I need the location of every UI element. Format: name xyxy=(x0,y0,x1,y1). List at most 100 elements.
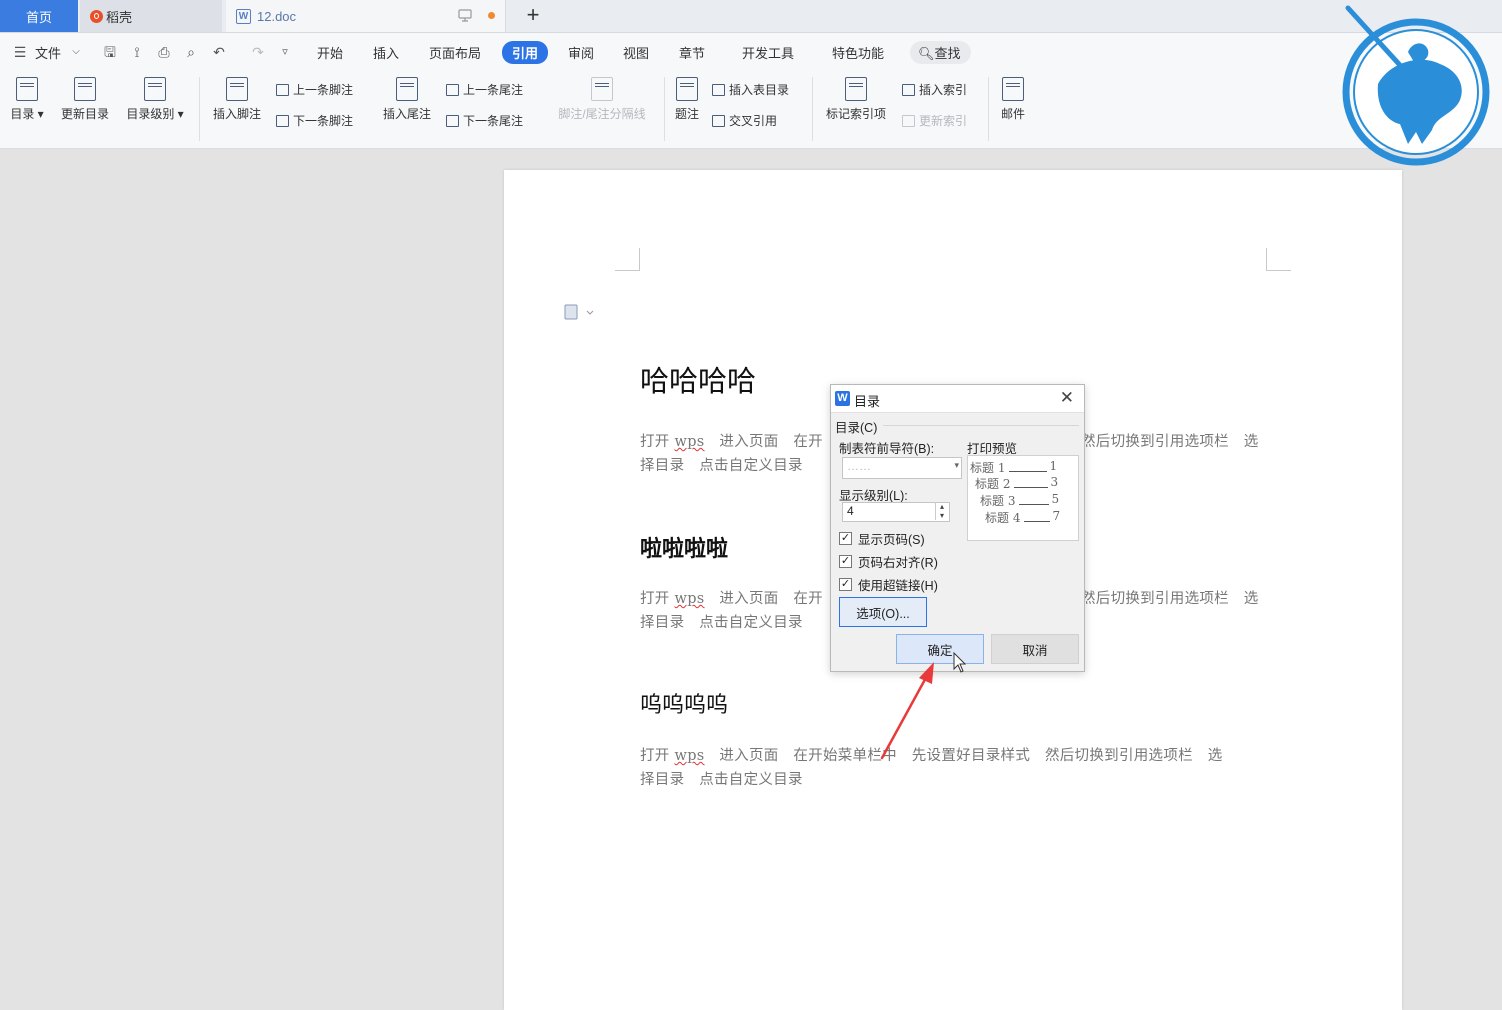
footnote-separator-icon xyxy=(591,77,613,101)
chevron-down-icon[interactable]: ⌵ xyxy=(68,44,84,60)
spinner-arrows-icon: ▴ ▾ xyxy=(935,502,948,520)
group-divider xyxy=(883,425,1079,426)
right-align-checkbox[interactable]: ✓ 页码右对齐(R) xyxy=(839,552,938,571)
table-of-figures-icon xyxy=(712,83,725,96)
options-button[interactable]: 选项(O)... xyxy=(839,597,927,627)
daoke-logo-icon xyxy=(90,9,103,23)
toc-level-icon xyxy=(144,77,166,101)
print-preview-icon[interactable]: ⌕ xyxy=(183,44,199,60)
menu-references[interactable]: 引用 xyxy=(502,41,549,64)
search-label: 查找 xyxy=(934,46,961,61)
annotation-arrow-icon xyxy=(880,662,934,760)
tab-home[interactable]: 首页 xyxy=(0,0,78,32)
menu-file[interactable]: 文件 xyxy=(35,43,61,62)
next-footnote-button[interactable]: 下一条脚注 xyxy=(276,112,353,129)
insert-index-icon xyxy=(902,83,915,96)
cross-reference-icon xyxy=(712,114,725,127)
next-endnote-button[interactable]: 下一条尾注 xyxy=(446,112,523,129)
toc-button[interactable]: 目录 ▾ xyxy=(8,71,46,122)
checkbox-checked-icon: ✓ xyxy=(839,532,852,545)
close-icon[interactable]: ✕ xyxy=(1060,388,1074,408)
insert-endnote-icon xyxy=(396,77,418,101)
knight-logo-icon xyxy=(1342,5,1490,166)
update-toc-button[interactable]: 更新目录 xyxy=(56,71,114,122)
checkbox-checked-icon: ✓ xyxy=(839,555,852,568)
cloud-sync-icon[interactable] xyxy=(458,8,472,22)
heading-2: 啦啦啦啦 xyxy=(640,536,729,562)
toc-group-label: 目录(C) xyxy=(835,421,878,435)
menu-chapter[interactable]: 章节 xyxy=(679,43,705,62)
search-box[interactable]: 🔍︎查找 xyxy=(910,41,971,64)
menu-developer[interactable]: 开发工具 xyxy=(742,43,794,62)
checkbox-checked-icon: ✓ xyxy=(839,578,852,591)
prev-footnote-icon xyxy=(276,83,289,96)
redo-icon[interactable]: ↷ xyxy=(250,44,266,60)
mail-button[interactable]: 邮件 xyxy=(996,71,1030,122)
next-endnote-icon xyxy=(446,114,459,127)
insert-endnote-button[interactable]: 插入尾注 xyxy=(378,71,436,122)
menu-features[interactable]: 特色功能 xyxy=(832,43,884,62)
use-hyperlinks-checkbox[interactable]: ✓ 使用超链接(H) xyxy=(839,575,938,594)
dropdown-arrow-icon: ▾ xyxy=(954,460,959,470)
print-icon[interactable]: ⎙ xyxy=(156,44,172,60)
update-index-button[interactable]: 更新索引 xyxy=(902,112,967,129)
margin-corner-left xyxy=(615,248,640,271)
prev-endnote-icon xyxy=(446,83,459,96)
ribbon-references: 目录 ▾ 更新目录 目录级别 ▾ 插入脚注 上一条脚注 下一条脚注 插入尾注 上… xyxy=(0,71,1502,149)
tab-home-label: 首页 xyxy=(25,9,52,25)
print-preview-box: 标题 11 标题 23 标题 35 标题 47 xyxy=(967,455,1079,541)
tab-leader-select[interactable]: …… ▾ xyxy=(842,457,962,479)
toc-icon xyxy=(16,77,38,101)
hamburger-menu-icon[interactable]: ☰ xyxy=(12,44,28,60)
mark-index-entry-button[interactable]: 标记索引项 xyxy=(820,71,892,122)
mouse-cursor-icon xyxy=(953,652,967,673)
insert-footnote-button[interactable]: 插入脚注 xyxy=(208,71,266,122)
menu-insert[interactable]: 插入 xyxy=(373,43,399,62)
heading-1: 哈哈哈哈 xyxy=(640,364,757,398)
caption-button[interactable]: 题注 xyxy=(672,71,702,122)
insert-footnote-icon xyxy=(226,77,248,101)
show-page-numbers-checkbox[interactable]: ✓ 显示页码(S) xyxy=(839,529,925,548)
mail-icon xyxy=(1002,77,1024,101)
undo-icon[interactable]: ↶ xyxy=(211,44,227,60)
insert-index-button[interactable]: 插入索引 xyxy=(902,81,967,98)
toc-level-button[interactable]: 目录级别 ▾ xyxy=(124,71,186,122)
footnote-separator-button[interactable]: 脚注/尾注分隔线 xyxy=(550,71,654,122)
dialog-titlebar[interactable]: W 目录 ✕ xyxy=(831,385,1084,413)
menu-view[interactable]: 视图 xyxy=(623,43,649,62)
menu-bar: ☰ 文件 ⌵ 🖫 ⟟ ⎙ ⌕ ↶ ↷ ▿ 开始 插入 页面布局 引用 审阅 视图… xyxy=(0,33,1502,71)
search-icon: 🔍︎ xyxy=(918,46,935,61)
ribbon-separator xyxy=(812,77,813,141)
menu-start[interactable]: 开始 xyxy=(317,43,343,62)
paragraph-3: 打开 wps 进入页面 在开始菜单栏中 先设置好目录样式 然后切换到引用选项栏 … xyxy=(640,748,1223,788)
prev-footnote-button[interactable]: 上一条脚注 xyxy=(276,81,353,98)
caption-icon xyxy=(676,77,698,101)
format-painter-icon[interactable]: ⟟ xyxy=(129,44,145,60)
tab-leader-label: 制表符前导符(B): xyxy=(839,442,935,456)
margin-corner-right xyxy=(1266,248,1291,271)
save-icon[interactable]: 🖫 xyxy=(102,44,118,60)
menu-page-layout[interactable]: 页面布局 xyxy=(429,43,481,62)
tab-document[interactable]: W 12.doc xyxy=(226,0,506,32)
dialog-title: 目录 xyxy=(854,394,881,409)
tab-daoke[interactable]: 稻壳 xyxy=(80,0,222,32)
paste-options-icon[interactable] xyxy=(564,304,594,320)
toc-dialog: W 目录 ✕ 目录(C) 制表符前导符(B): …… ▾ 打印预览 标题 11 标… xyxy=(830,384,1085,672)
heading-3: 呜呜呜呜 xyxy=(640,693,729,718)
more-dropdown-icon[interactable]: ▿ xyxy=(277,44,293,60)
update-index-icon xyxy=(902,114,915,127)
cross-reference-button[interactable]: 交叉引用 xyxy=(712,112,777,129)
ribbon-separator xyxy=(664,77,665,141)
ribbon-separator xyxy=(988,77,989,141)
next-footnote-icon xyxy=(276,114,289,127)
show-level-spinner[interactable]: 4 ▴ ▾ xyxy=(842,502,950,522)
cancel-button[interactable]: 取消 xyxy=(991,634,1079,664)
unsaved-dot-icon xyxy=(488,11,495,19)
menu-review[interactable]: 审阅 xyxy=(568,43,594,62)
prev-endnote-button[interactable]: 上一条尾注 xyxy=(446,81,523,98)
word-doc-icon: W xyxy=(236,8,251,24)
wps-logo-icon: W xyxy=(835,391,850,406)
new-tab-button[interactable]: + xyxy=(520,2,546,30)
insert-table-of-figures-button[interactable]: 插入表目录 xyxy=(712,81,789,98)
tab-daoke-label: 稻壳 xyxy=(106,9,133,25)
